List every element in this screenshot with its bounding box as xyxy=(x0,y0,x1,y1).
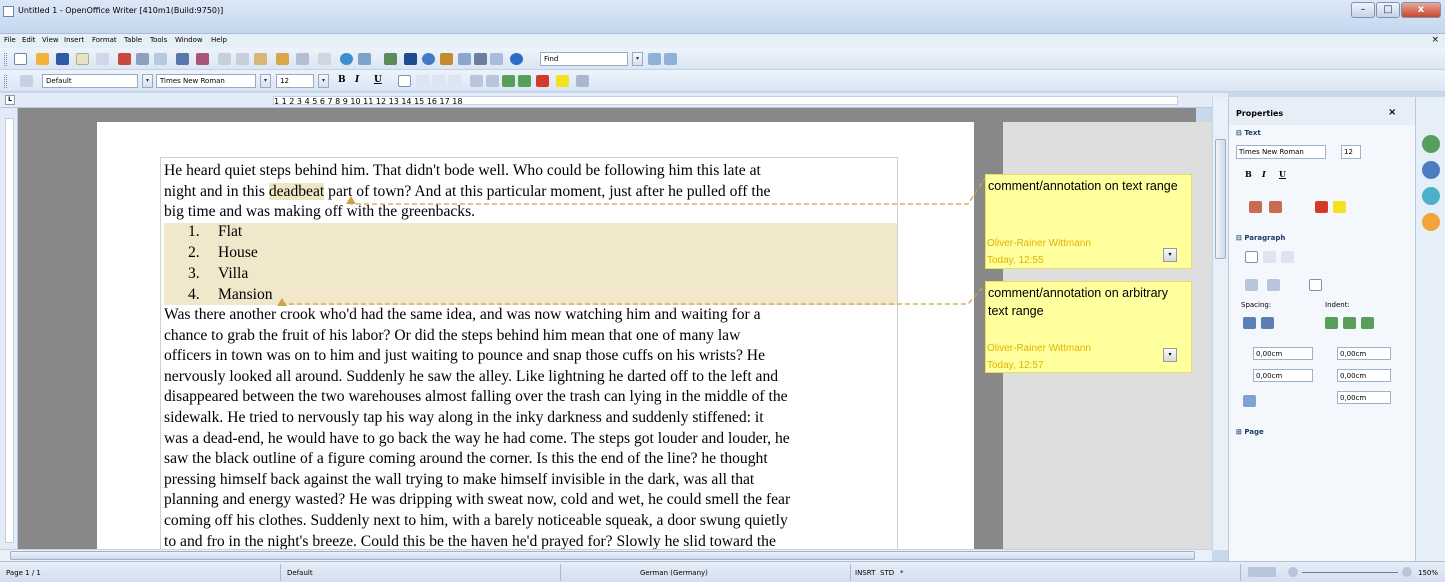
language-indicator[interactable]: German (Germany) xyxy=(640,569,708,577)
horizontal-scrollbar[interactable] xyxy=(0,549,1212,561)
sidebar-close-icon[interactable]: × xyxy=(1388,107,1396,118)
paragraph-section-header[interactable]: ⊟ Paragraph xyxy=(1236,234,1285,242)
sidebar-shrink-font-icon[interactable] xyxy=(1269,201,1282,213)
after-indent-field[interactable]: 0,00cm xyxy=(1337,369,1391,382)
selection-mode-indicator[interactable]: STD xyxy=(880,569,894,577)
indent-label: Indent: xyxy=(1325,301,1350,309)
comment-text[interactable]: comment/annotation on text range xyxy=(988,177,1188,195)
sidebar-increase-indent-icon[interactable] xyxy=(1325,317,1338,329)
comment-anchor-icon[interactable] xyxy=(346,196,356,204)
sidebar-title: Properties xyxy=(1236,109,1284,118)
gallery-tab-icon[interactable] xyxy=(1422,187,1440,205)
first-line-indent-field[interactable]: 0,00cm xyxy=(1337,391,1391,404)
comment-menu-button[interactable]: ▾ xyxy=(1163,248,1177,262)
sidebar-align-left-icon[interactable] xyxy=(1245,251,1258,263)
properties-tab-icon[interactable] xyxy=(1422,135,1440,153)
above-spacing-field[interactable]: 0,00cm xyxy=(1253,347,1313,360)
sidebar-italic-button[interactable]: I xyxy=(1262,169,1266,179)
divider xyxy=(1240,564,1241,581)
comment-author: Oliver-Rainer Wittmann xyxy=(987,343,1091,354)
properties-sidebar: Properties × ⊟ Text Times New Roman 12 B… xyxy=(1228,97,1415,561)
horizontal-scroll-thumb[interactable] xyxy=(10,551,1195,560)
sidebar-align-center-icon[interactable] xyxy=(1263,251,1276,263)
zoom-level[interactable]: 150% xyxy=(1418,569,1438,577)
comment-anchor-icon[interactable] xyxy=(277,298,287,306)
hanging-indent-icon[interactable] xyxy=(1361,317,1374,329)
sidebar-numbering-icon[interactable] xyxy=(1267,279,1280,291)
zoom-out-icon[interactable] xyxy=(1288,567,1298,577)
sidebar-highlight-icon[interactable] xyxy=(1333,201,1346,213)
increase-spacing-icon[interactable] xyxy=(1243,317,1256,329)
zoom-in-icon[interactable] xyxy=(1402,567,1412,577)
sidebar-grow-font-icon[interactable] xyxy=(1249,201,1262,213)
status-bar: Page 1 / 1 Default German (Germany) INSR… xyxy=(0,561,1445,582)
sidebar-bullets-icon[interactable] xyxy=(1245,279,1258,291)
comment-author: Oliver-Rainer Wittmann xyxy=(987,238,1091,249)
styles-tab-icon[interactable] xyxy=(1422,161,1440,179)
divider xyxy=(280,564,281,581)
sidebar-underline-button[interactable]: U xyxy=(1279,169,1286,179)
text-section-label: Text xyxy=(1244,129,1261,137)
page-section-header[interactable]: ⊞ Page xyxy=(1236,428,1264,436)
zoom-slider[interactable] xyxy=(1302,572,1398,573)
line-spacing-icon[interactable] xyxy=(1243,395,1256,407)
comment-time: Today, 12:55 xyxy=(987,255,1044,266)
sidebar-font-size[interactable]: 12 xyxy=(1341,145,1361,159)
sidebar-decrease-indent-icon[interactable] xyxy=(1343,317,1356,329)
comment-menu-button[interactable]: ▾ xyxy=(1163,348,1177,362)
before-indent-field[interactable]: 0,00cm xyxy=(1337,347,1391,360)
paragraph-section-label: Paragraph xyxy=(1244,234,1286,242)
page-indicator[interactable]: Page 1 / 1 xyxy=(6,569,41,577)
sidebar-font-name[interactable]: Times New Roman xyxy=(1236,145,1326,159)
page-style-indicator[interactable]: Default xyxy=(287,569,313,577)
comment-time: Today, 12:57 xyxy=(987,360,1044,371)
modified-indicator: * xyxy=(900,569,904,577)
comment-text[interactable]: comment/annotation on arbitrary text ran… xyxy=(988,284,1188,320)
sidebar-header: Properties × xyxy=(1229,97,1415,125)
sidebar-tab-bar xyxy=(1415,97,1445,561)
comment-note[interactable]: comment/annotation on text range Oliver-… xyxy=(985,174,1192,269)
vertical-scroll-thumb[interactable] xyxy=(1215,139,1226,259)
divider xyxy=(850,564,851,581)
sidebar-font-color-icon[interactable] xyxy=(1315,201,1328,213)
sidebar-bold-button[interactable]: B xyxy=(1245,169,1252,179)
view-layout-icon[interactable] xyxy=(1248,567,1276,577)
sidebar-paragraph-bg-icon[interactable] xyxy=(1309,279,1322,291)
page-section-label: Page xyxy=(1244,428,1264,436)
decrease-spacing-icon[interactable] xyxy=(1261,317,1274,329)
divider xyxy=(560,564,561,581)
text-section-header[interactable]: ⊟ Text xyxy=(1236,129,1261,137)
comment-note[interactable]: comment/annotation on arbitrary text ran… xyxy=(985,281,1192,373)
vertical-scrollbar[interactable] xyxy=(1212,97,1228,550)
insert-mode-indicator[interactable]: INSRT xyxy=(855,569,875,577)
sidebar-align-right-icon[interactable] xyxy=(1281,251,1294,263)
navigator-tab-icon[interactable] xyxy=(1422,213,1440,231)
below-spacing-field[interactable]: 0,00cm xyxy=(1253,369,1313,382)
spacing-label: Spacing: xyxy=(1241,301,1272,309)
